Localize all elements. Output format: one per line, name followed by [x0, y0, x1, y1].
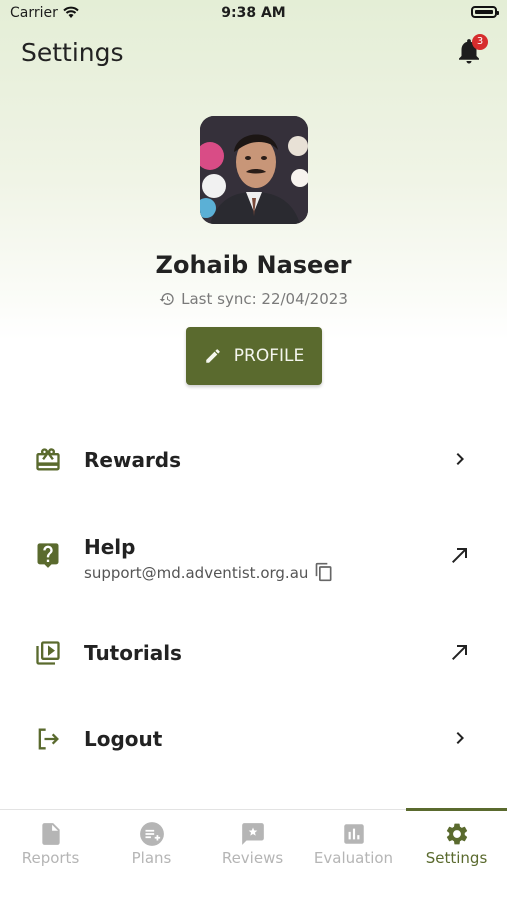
chart-icon [344, 824, 364, 844]
profile-button[interactable]: PROFILE [186, 327, 322, 385]
logout-label: Logout [84, 727, 163, 751]
user-name: Zohaib Naseer [155, 251, 352, 279]
external-arrow-icon [448, 640, 472, 668]
tab-reports-label: Reports [21, 849, 80, 867]
tab-reports[interactable]: Reports [0, 810, 101, 901]
status-bar: Carrier 9:38 AM [0, 0, 507, 28]
copy-icon[interactable] [314, 562, 334, 586]
last-sync-text: Last sync: 22/04/2023 [181, 290, 348, 308]
history-icon [159, 291, 175, 311]
status-time: 9:38 AM [221, 5, 286, 21]
notification-badge: 3 [472, 34, 488, 50]
video-library-icon [34, 639, 62, 671]
logout-icon [34, 725, 62, 757]
tab-reviews[interactable]: Reviews [202, 810, 303, 901]
gift-icon [34, 446, 62, 478]
chevron-right-icon [448, 447, 472, 475]
last-sync: Last sync: 22/04/2023 [0, 290, 507, 311]
menu-item-rewards[interactable]: Rewards [0, 430, 507, 490]
tab-plans[interactable]: Plans [101, 810, 202, 901]
help-label: Help [84, 535, 136, 559]
menu-item-help[interactable]: Help support@md.adventist.org.au [0, 525, 507, 595]
tab-plans-label: Plans [131, 849, 172, 867]
tab-reviews-label: Reviews [221, 849, 284, 867]
tab-settings-label: Settings [425, 849, 488, 867]
help-icon [34, 541, 62, 573]
page-title: Settings [21, 38, 124, 67]
rewards-label: Rewards [84, 448, 182, 472]
tab-evaluation[interactable]: Evaluation [303, 810, 404, 901]
document-icon [42, 823, 60, 845]
menu-item-tutorials[interactable]: Tutorials [0, 623, 507, 683]
plans-icon [140, 822, 164, 846]
pencil-icon [206, 349, 220, 363]
support-email: support@md.adventist.org.au [84, 564, 309, 582]
gear-icon [446, 823, 468, 845]
battery-icon [471, 6, 499, 18]
avatar [200, 116, 308, 224]
external-arrow-icon [448, 543, 472, 571]
chevron-right-icon [448, 726, 472, 754]
tab-settings[interactable]: Settings [406, 810, 507, 901]
bottom-tab-bar: Reports Plans Reviews Evaluation Setting… [0, 808, 507, 901]
tab-evaluation-label: Evaluation [313, 849, 394, 867]
reviews-icon [242, 823, 264, 845]
tutorials-label: Tutorials [84, 641, 182, 665]
menu-item-logout[interactable]: Logout [0, 709, 507, 769]
profile-button-label: PROFILE [233, 346, 305, 366]
